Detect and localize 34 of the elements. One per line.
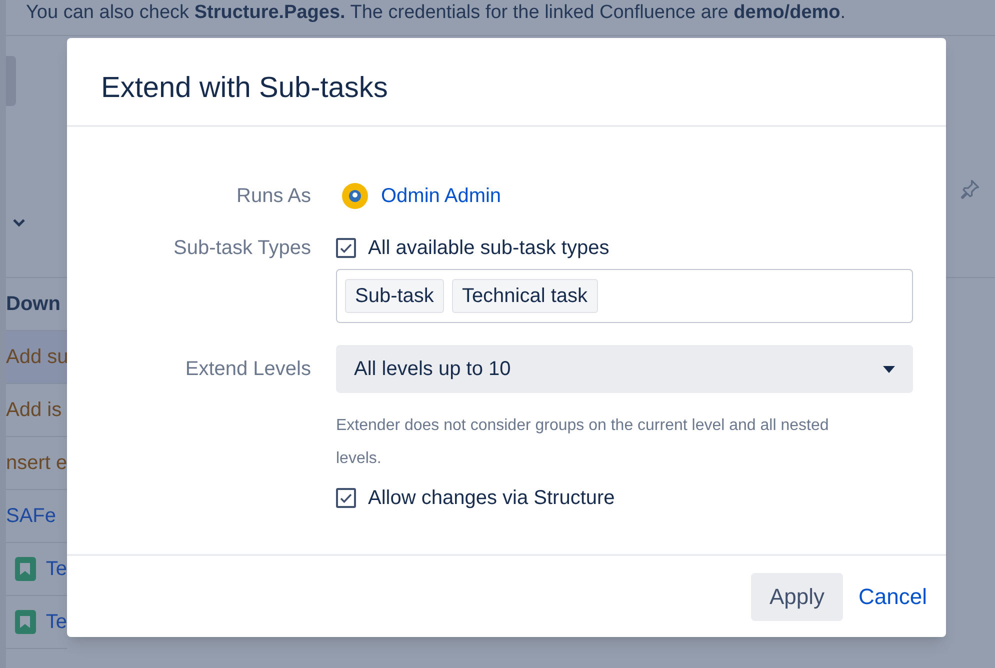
- table-row[interactable]: Te: [6, 543, 67, 596]
- tags-field[interactable]: Sub-task Technical task: [336, 269, 913, 323]
- user-link[interactable]: Odmin Admin: [381, 181, 502, 211]
- dialog-title: Extend with Sub-tasks: [101, 70, 388, 106]
- checkbox-label: Allow changes via Structure: [368, 486, 615, 511]
- row-text: nsert e: [6, 451, 68, 476]
- row-text: Te: [46, 557, 67, 582]
- row-text: Te: [46, 610, 67, 635]
- cancel-link[interactable]: Cancel: [858, 580, 927, 613]
- help-text: Extender does not consider groups on the current level and all nested levels.: [336, 416, 830, 469]
- levels-select[interactable]: All levels up to 10: [336, 345, 913, 393]
- field-label: Sub-task Types: [172, 236, 311, 261]
- checkbox[interactable]: [336, 238, 356, 258]
- bookmark-icon: [15, 557, 36, 581]
- apply-button[interactable]: Apply: [751, 572, 843, 620]
- row-text: Down: [6, 292, 60, 317]
- avatar-icon: [342, 183, 368, 209]
- row-text: SAFe: [6, 504, 56, 529]
- row-text: Add su: [6, 345, 68, 370]
- bookmark-icon: [15, 610, 36, 634]
- chevron-down-icon[interactable]: [12, 218, 26, 228]
- checkbox[interactable]: [336, 488, 356, 508]
- row-text: Add is: [6, 398, 62, 423]
- table-row[interactable]: Add su: [6, 331, 67, 384]
- table-row[interactable]: Te: [6, 596, 67, 649]
- checkbox-label: All available sub-task types: [368, 236, 610, 261]
- field-label: Runs As: [236, 184, 311, 209]
- field-label: Extend Levels: [184, 357, 311, 382]
- banner-text: You can also check Structure.Pages. The credentials for the linked Confluence are demo/demo.: [26, 0, 846, 24]
- tag: Sub-task: [345, 279, 444, 313]
- check-icon: [339, 491, 353, 505]
- caret-icon: [883, 366, 895, 372]
- check-icon: [339, 241, 353, 255]
- tag: Technical task: [452, 279, 598, 313]
